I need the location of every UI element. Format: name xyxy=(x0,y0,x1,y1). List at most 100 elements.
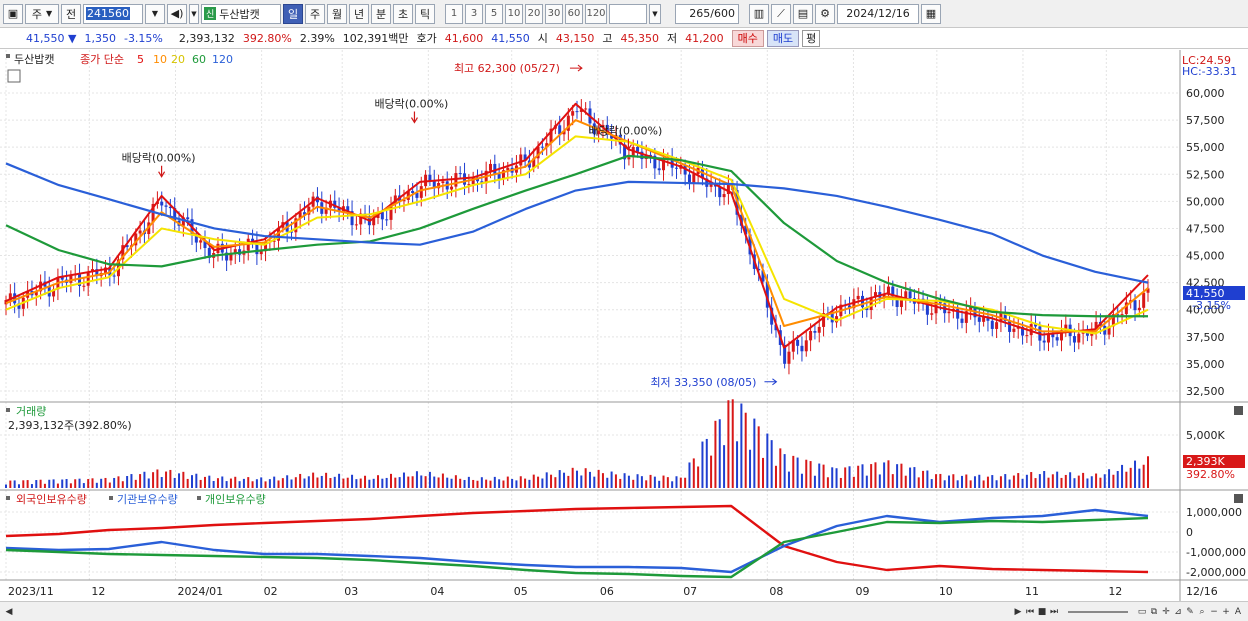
candle-body xyxy=(160,201,164,206)
volume-bar xyxy=(580,475,583,488)
gear-icon[interactable]: ⚙ xyxy=(815,3,835,24)
speaker-dropdown-icon[interactable]: ▼ xyxy=(189,3,199,24)
volume-bar xyxy=(394,477,397,488)
zoom-slider[interactable] xyxy=(1068,610,1128,613)
layout-icon[interactable]: ▭ xyxy=(1136,605,1148,619)
volume-bar xyxy=(1047,477,1050,488)
date-input[interactable]: 2024/12/16 xyxy=(837,3,919,24)
interval-120[interactable]: 120 xyxy=(585,3,607,24)
period-tick[interactable]: 틱 xyxy=(415,3,435,24)
volume-bar xyxy=(731,399,734,488)
font-icon[interactable]: A xyxy=(1232,605,1244,619)
volume-bar xyxy=(437,477,440,488)
trend-icon[interactable]: ⟋ xyxy=(771,3,791,24)
close-panel-icon[interactable] xyxy=(1234,494,1243,503)
holding-y-tick: 0 xyxy=(1186,526,1193,539)
volume-bar xyxy=(320,475,323,488)
edit-icon[interactable]: ✎ xyxy=(1184,605,1196,619)
candle-body xyxy=(575,111,579,113)
scroll-right-icon[interactable]: ▶ xyxy=(1012,605,1024,619)
period-month[interactable]: 월 xyxy=(327,3,347,24)
scroll-bar[interactable]: ◀ ▶ ⏮ ■ ⏭ ▭ ⧉ ✛ ⊿ ✎ ⌕ − + A xyxy=(0,601,1248,621)
volume-bar xyxy=(152,472,155,488)
volume-bar xyxy=(532,474,535,488)
interval-1[interactable]: 1 xyxy=(445,3,463,24)
volume-bar xyxy=(13,480,16,488)
volume-bar xyxy=(857,465,860,488)
interval-5[interactable]: 5 xyxy=(485,3,503,24)
candle-body xyxy=(856,295,860,300)
price-info-bar: 41,550 ▼ 1,350 -3.15% 2,393,132 392.80% … xyxy=(0,28,1248,49)
zoom-in-icon[interactable]: + xyxy=(1220,605,1232,619)
volume-bar xyxy=(351,474,354,488)
volume-bar xyxy=(571,467,574,488)
sell-button[interactable]: 매도 xyxy=(766,29,800,47)
scroll-left-icon[interactable]: ◀ xyxy=(3,605,15,619)
period-year[interactable]: 년 xyxy=(349,3,369,24)
stock-code-input[interactable]: 241560 xyxy=(83,3,143,24)
custom-interval-dropdown-icon[interactable]: ▼ xyxy=(649,3,661,24)
last-page-icon[interactable]: ⏭ xyxy=(1048,605,1060,619)
volume-bar xyxy=(770,440,773,488)
low-price: 41,200 xyxy=(685,31,724,45)
save-icon[interactable]: ▤ xyxy=(793,3,813,24)
interval-10[interactable]: 10 xyxy=(505,3,523,24)
volume-bar xyxy=(978,474,981,488)
first-page-icon[interactable]: ⏮ xyxy=(1024,605,1036,619)
compare-icon[interactable]: ⧉ xyxy=(1148,605,1160,619)
interval-60[interactable]: 60 xyxy=(565,3,583,24)
candle-body xyxy=(657,168,661,171)
bars-icon[interactable]: ▥ xyxy=(749,3,769,24)
period-second[interactable]: 초 xyxy=(393,3,413,24)
crosshair-icon[interactable]: ✛ xyxy=(1160,605,1172,619)
average-button[interactable]: 평 xyxy=(802,29,821,47)
volume-bar xyxy=(203,476,206,488)
stock-name-field[interactable]: 신 두산밥캣 xyxy=(201,3,281,24)
market-select[interactable]: 주 ▼ xyxy=(25,3,59,24)
volume-bar xyxy=(545,472,548,488)
period-minute[interactable]: 분 xyxy=(371,3,391,24)
speaker-icon[interactable]: ◀) xyxy=(167,3,187,24)
volume-bar xyxy=(325,472,328,488)
volume-bar xyxy=(1103,474,1106,488)
zoom-icon[interactable]: ⌕ xyxy=(1196,605,1208,619)
calendar-icon[interactable]: ▦ xyxy=(921,3,941,24)
volume-panel-subtitle: 2,393,132주(392.80%) xyxy=(8,419,132,432)
volume-bar xyxy=(597,469,600,488)
volume-bar xyxy=(342,478,345,488)
volume-bar xyxy=(939,473,942,488)
period-day[interactable]: 일 xyxy=(283,3,303,24)
market-value: 주 xyxy=(31,7,42,21)
volume-bar xyxy=(446,477,449,488)
candle-body xyxy=(960,318,964,323)
prev-button[interactable]: 전 xyxy=(61,3,81,24)
volume-bar xyxy=(1108,469,1111,488)
measure-icon[interactable]: ⊿ xyxy=(1172,605,1184,619)
candle-body xyxy=(1012,328,1016,332)
volume-bar xyxy=(852,476,855,488)
window-icon[interactable]: ▣ xyxy=(3,3,23,24)
volume-bar xyxy=(9,480,12,488)
interval-30[interactable]: 30 xyxy=(545,3,563,24)
close-panel-icon[interactable] xyxy=(1234,406,1243,415)
open-price: 43,150 xyxy=(555,31,595,45)
custom-interval-input[interactable] xyxy=(609,3,647,24)
code-dropdown-icon[interactable]: ▼ xyxy=(145,3,165,24)
candle-body xyxy=(1051,334,1055,338)
volume-bar xyxy=(662,475,665,488)
interval-20[interactable]: 20 xyxy=(525,3,543,24)
x-tick-label: 08 xyxy=(769,585,783,598)
buy-button[interactable]: 매수 xyxy=(731,29,764,47)
interval-3[interactable]: 3 xyxy=(465,3,483,24)
candle-body xyxy=(497,174,501,180)
zoom-out-icon[interactable]: − xyxy=(1208,605,1220,619)
stock-chart[interactable]: 두산밥캣 종가 단순 5 10 20 60 120 LC:24.59 HC:-3… xyxy=(0,50,1248,601)
table-toggle-icon[interactable] xyxy=(7,69,21,83)
data-count-field[interactable]: 265/600 xyxy=(675,3,739,24)
volume-bar xyxy=(1086,478,1089,488)
volume-bar xyxy=(697,466,700,488)
stop-icon[interactable]: ■ xyxy=(1036,605,1048,619)
period-week[interactable]: 주 xyxy=(305,3,325,24)
down-arrow-icon: ▼ xyxy=(68,31,77,45)
candle-body xyxy=(584,108,588,110)
